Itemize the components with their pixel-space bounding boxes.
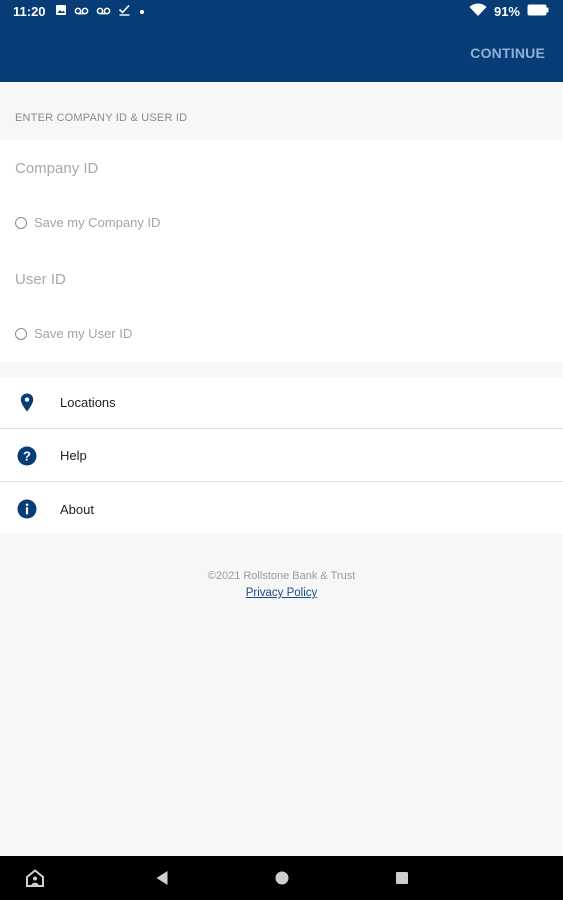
location-pin-icon — [17, 393, 37, 413]
status-time: 11:20 — [13, 4, 46, 19]
continue-button[interactable]: CONTINUE — [470, 45, 545, 61]
svg-text:?: ? — [23, 448, 31, 463]
status-bar: 11:20 91% — [0, 0, 563, 23]
radio-icon — [15, 216, 27, 229]
help-icon: ? — [17, 446, 37, 466]
copyright-text: ©2021 Rollstone Bank & Trust — [207, 570, 356, 582]
menu-item-help[interactable]: ? Help — [0, 430, 563, 482]
home-icon[interactable] — [271, 868, 293, 888]
save-company-id-toggle[interactable]: Save my Company ID — [15, 215, 160, 230]
battery-percentage: 91% — [493, 4, 520, 19]
info-icon — [17, 499, 37, 519]
voicemail-icon — [74, 4, 89, 19]
wifi-icon — [469, 3, 487, 20]
app-bar: CONTINUE — [0, 23, 563, 82]
menu-item-label: About — [60, 501, 94, 517]
footer: ©2021 Rollstone Bank & Trust Privacy Pol… — [0, 569, 563, 601]
voicemail-icon — [96, 4, 111, 19]
privacy-policy-link[interactable]: Privacy Policy — [246, 586, 318, 601]
company-id-field[interactable]: Company ID — [15, 160, 98, 177]
image-icon — [55, 4, 67, 19]
battery-icon — [527, 4, 549, 19]
back-icon[interactable] — [151, 868, 173, 888]
menu-item-locations[interactable]: Locations — [0, 377, 563, 429]
navigation-bar — [0, 856, 563, 900]
menu-list: Locations ? Help About — [0, 377, 563, 533]
menu-item-label: Locations — [60, 395, 116, 410]
save-user-id-toggle[interactable]: Save my User ID — [15, 326, 132, 341]
save-company-id-label: Save my Company ID — [34, 215, 161, 230]
recents-icon[interactable] — [391, 868, 413, 888]
radio-icon — [15, 327, 27, 340]
check-icon — [118, 4, 131, 19]
menu-item-label: Help — [60, 448, 87, 463]
dot-icon — [138, 4, 146, 19]
home-app-icon[interactable] — [24, 868, 46, 888]
section-header: ENTER COMPANY ID & USER ID — [15, 112, 188, 124]
save-user-id-label: Save my User ID — [34, 326, 133, 341]
menu-item-about[interactable]: About — [0, 483, 563, 535]
user-id-field[interactable]: User ID — [15, 271, 66, 288]
login-form: Company ID Save my Company ID User ID Sa… — [0, 140, 563, 362]
